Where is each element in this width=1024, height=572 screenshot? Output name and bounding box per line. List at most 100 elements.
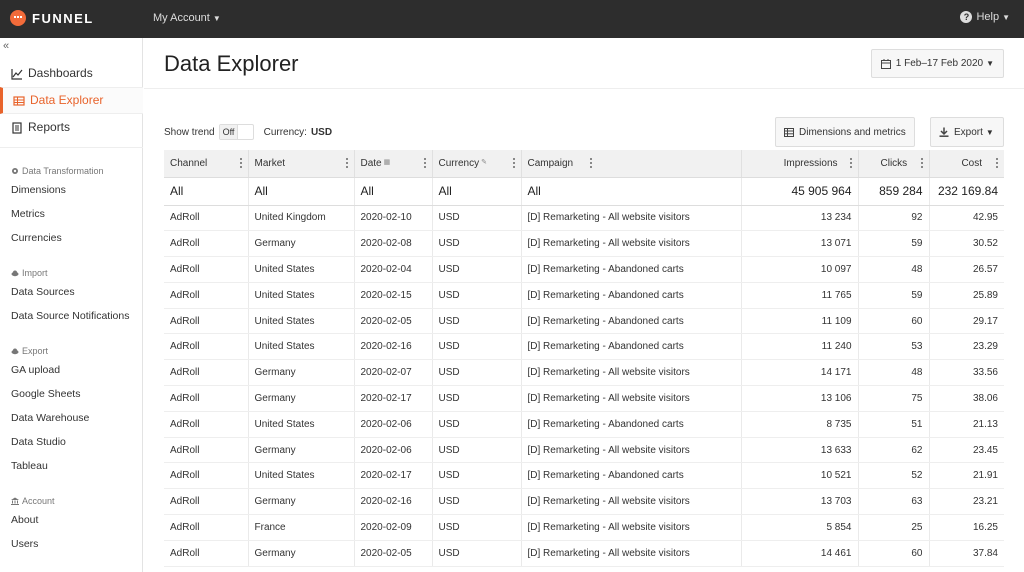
table-cell: 45 905 964: [741, 177, 859, 206]
sidebar-item-data-explorer[interactable]: Data Explorer: [0, 87, 143, 114]
table-row[interactable]: AdRoll United States 2020-02-16 USD [D] Rema…: [164, 333, 1004, 361]
sidebar-item-data-sources[interactable]: Data Sources: [0, 280, 143, 304]
sidebar-item-users[interactable]: Users: [0, 532, 143, 556]
date-range-picker[interactable]: 1 Feb–17 Feb 2020 ▼: [870, 49, 1004, 78]
sidebar-item-label: Reports: [28, 120, 71, 134]
column-menu-icon[interactable]: [345, 158, 349, 168]
table-cell: 16.25: [929, 514, 1004, 541]
table-row[interactable]: AdRoll Germany 2020-02-05 USD [D] Remarketin…: [164, 540, 1004, 567]
table-cell: United States: [248, 462, 355, 490]
table-cell: AdRoll: [164, 282, 249, 309]
column-header-cost[interactable]: Cost: [929, 150, 1004, 178]
table-cell: USD: [432, 385, 522, 412]
sidebar-item-ga-upload[interactable]: GA upload: [0, 358, 143, 382]
table-row[interactable]: AdRoll United States 2020-02-06 USD [D] Rema…: [164, 411, 1004, 438]
column-header-market[interactable]: Market: [248, 150, 355, 178]
show-trend-toggle[interactable]: Off: [218, 124, 254, 140]
sidebar-item-data-studio[interactable]: Data Studio: [0, 430, 143, 454]
table-cell: 92: [858, 205, 930, 232]
table-row[interactable]: AdRoll United States 2020-02-05 USD [D] Rema…: [164, 308, 1004, 335]
sidebar-item-reports[interactable]: Reports: [0, 114, 143, 141]
column-menu-icon[interactable]: [920, 158, 924, 168]
account-menu[interactable]: My Account ▼: [153, 12, 221, 24]
table-cell: 2020-02-10: [354, 205, 433, 232]
column-header-currency[interactable]: Currency ✎: [432, 150, 522, 178]
table-row[interactable]: AdRoll Germany 2020-02-07 USD [D] Remarketin…: [164, 359, 1004, 387]
table-row[interactable]: AdRoll Germany 2020-02-08 USD [D] Remarketin…: [164, 230, 1004, 258]
table-cell: 26.57: [929, 256, 1004, 283]
table-row[interactable]: AdRoll United States 2020-02-04 USD [D] Rema…: [164, 256, 1004, 283]
table-row[interactable]: AdRoll Germany 2020-02-16 USD [D] Remarketin…: [164, 488, 1004, 516]
sidebar-item-dimensions[interactable]: Dimensions: [0, 178, 143, 202]
table-cell: United Kingdom: [248, 205, 355, 232]
table-cell: 10 521: [741, 462, 859, 490]
table-cell: 60: [858, 540, 930, 567]
table-cell: [D] Remarketing - Abandoned carts: [521, 256, 742, 283]
table-cell: 2020-02-06: [354, 411, 433, 438]
calendar-icon: ▦: [383, 158, 391, 166]
help-menu[interactable]: ? Help ▼: [960, 11, 1010, 23]
table-cell: AdRoll: [164, 256, 249, 283]
section-account: Account: [0, 494, 143, 508]
sidebar-item-google-sheets[interactable]: Google Sheets: [0, 382, 143, 406]
collapse-sidebar-icon[interactable]: «: [3, 40, 9, 52]
table-cell: [D] Remarketing - Abandoned carts: [521, 411, 742, 438]
funnel-logo[interactable]: FUNNEL: [10, 10, 94, 26]
column-menu-icon[interactable]: [849, 158, 853, 168]
table-cell: 14 461: [741, 540, 859, 567]
column-header-impressions[interactable]: Impressions: [741, 150, 859, 178]
table-cell: United States: [248, 333, 355, 361]
sidebar-item-data-warehouse[interactable]: Data Warehouse: [0, 406, 143, 430]
table-cell: All: [354, 177, 433, 206]
data-table: Channel Market Date ▦ Currency ✎ Campaign …: [164, 150, 1004, 567]
sidebar-item-data-source-notifications[interactable]: Data Source Notifications: [0, 304, 143, 328]
column-menu-icon[interactable]: [589, 158, 593, 168]
table-cell: AdRoll: [164, 333, 249, 361]
currency-value: USD: [310, 126, 333, 138]
section-title: Import: [22, 268, 48, 278]
sidebar-item-tableau[interactable]: Tableau: [0, 454, 143, 478]
table-cell: [D] Remarketing - All website visitors: [521, 385, 742, 412]
table-cell: 21.13: [929, 411, 1004, 438]
table-cell: 2020-02-08: [354, 230, 433, 258]
divider: [144, 88, 1024, 89]
table-cell: 13 106: [741, 385, 859, 412]
column-menu-icon[interactable]: [423, 158, 427, 168]
column-header-channel[interactable]: Channel: [164, 150, 249, 178]
table-row[interactable]: AdRoll United Kingdom 2020-02-10 USD [D] Rem…: [164, 205, 1004, 232]
table-row[interactable]: AdRoll United States 2020-02-15 USD [D] Rema…: [164, 282, 1004, 309]
column-menu-icon[interactable]: [996, 158, 999, 168]
column-menu-icon[interactable]: [239, 158, 243, 168]
sidebar: « Dashboards Data Explorer Reports Data …: [0, 38, 143, 572]
dimensions-and-metrics-button[interactable]: Dimensions and metrics: [775, 117, 915, 147]
table-row[interactable]: AdRoll Germany 2020-02-06 USD [D] Remarketin…: [164, 437, 1004, 464]
table-cell: USD: [432, 514, 522, 541]
section-import: Import: [0, 266, 143, 280]
table-row[interactable]: AdRoll United States 2020-02-17 USD [D] Rema…: [164, 462, 1004, 490]
caret-down-icon: ▼: [1002, 12, 1010, 22]
column-header-clicks[interactable]: Clicks: [858, 150, 930, 178]
sidebar-item-metrics[interactable]: Metrics: [0, 202, 143, 226]
column-header-campaign[interactable]: Campaign: [521, 150, 742, 178]
bank-icon: [11, 497, 19, 505]
table-cell: 2020-02-05: [354, 308, 433, 335]
export-button[interactable]: Export ▼: [930, 117, 1004, 147]
sidebar-item-about[interactable]: About: [0, 508, 143, 532]
column-header-label: Date: [360, 157, 382, 169]
table-cell: [D] Remarketing - All website visitors: [521, 205, 742, 232]
table-cell: USD: [432, 308, 522, 335]
table-cell: 59: [858, 282, 930, 309]
table-row[interactable]: AdRoll France 2020-02-09 USD [D] Remarketing…: [164, 514, 1004, 541]
column-menu-icon[interactable]: [512, 158, 516, 168]
toggle-value: Off: [219, 125, 239, 139]
table-cell: [D] Remarketing - All website visitors: [521, 437, 742, 464]
column-header-date[interactable]: Date ▦: [354, 150, 433, 178]
page-title: Data Explorer: [164, 51, 299, 76]
table-cell: AdRoll: [164, 437, 249, 464]
cloud-icon: [11, 270, 19, 277]
column-header-label: Cost: [961, 157, 982, 169]
table-row[interactable]: AdRoll Germany 2020-02-17 USD [D] Remarketin…: [164, 385, 1004, 412]
sidebar-item-dashboards[interactable]: Dashboards: [0, 60, 143, 87]
sidebar-item-currencies[interactable]: Currencies: [0, 226, 143, 250]
table-cell: USD: [432, 462, 522, 490]
